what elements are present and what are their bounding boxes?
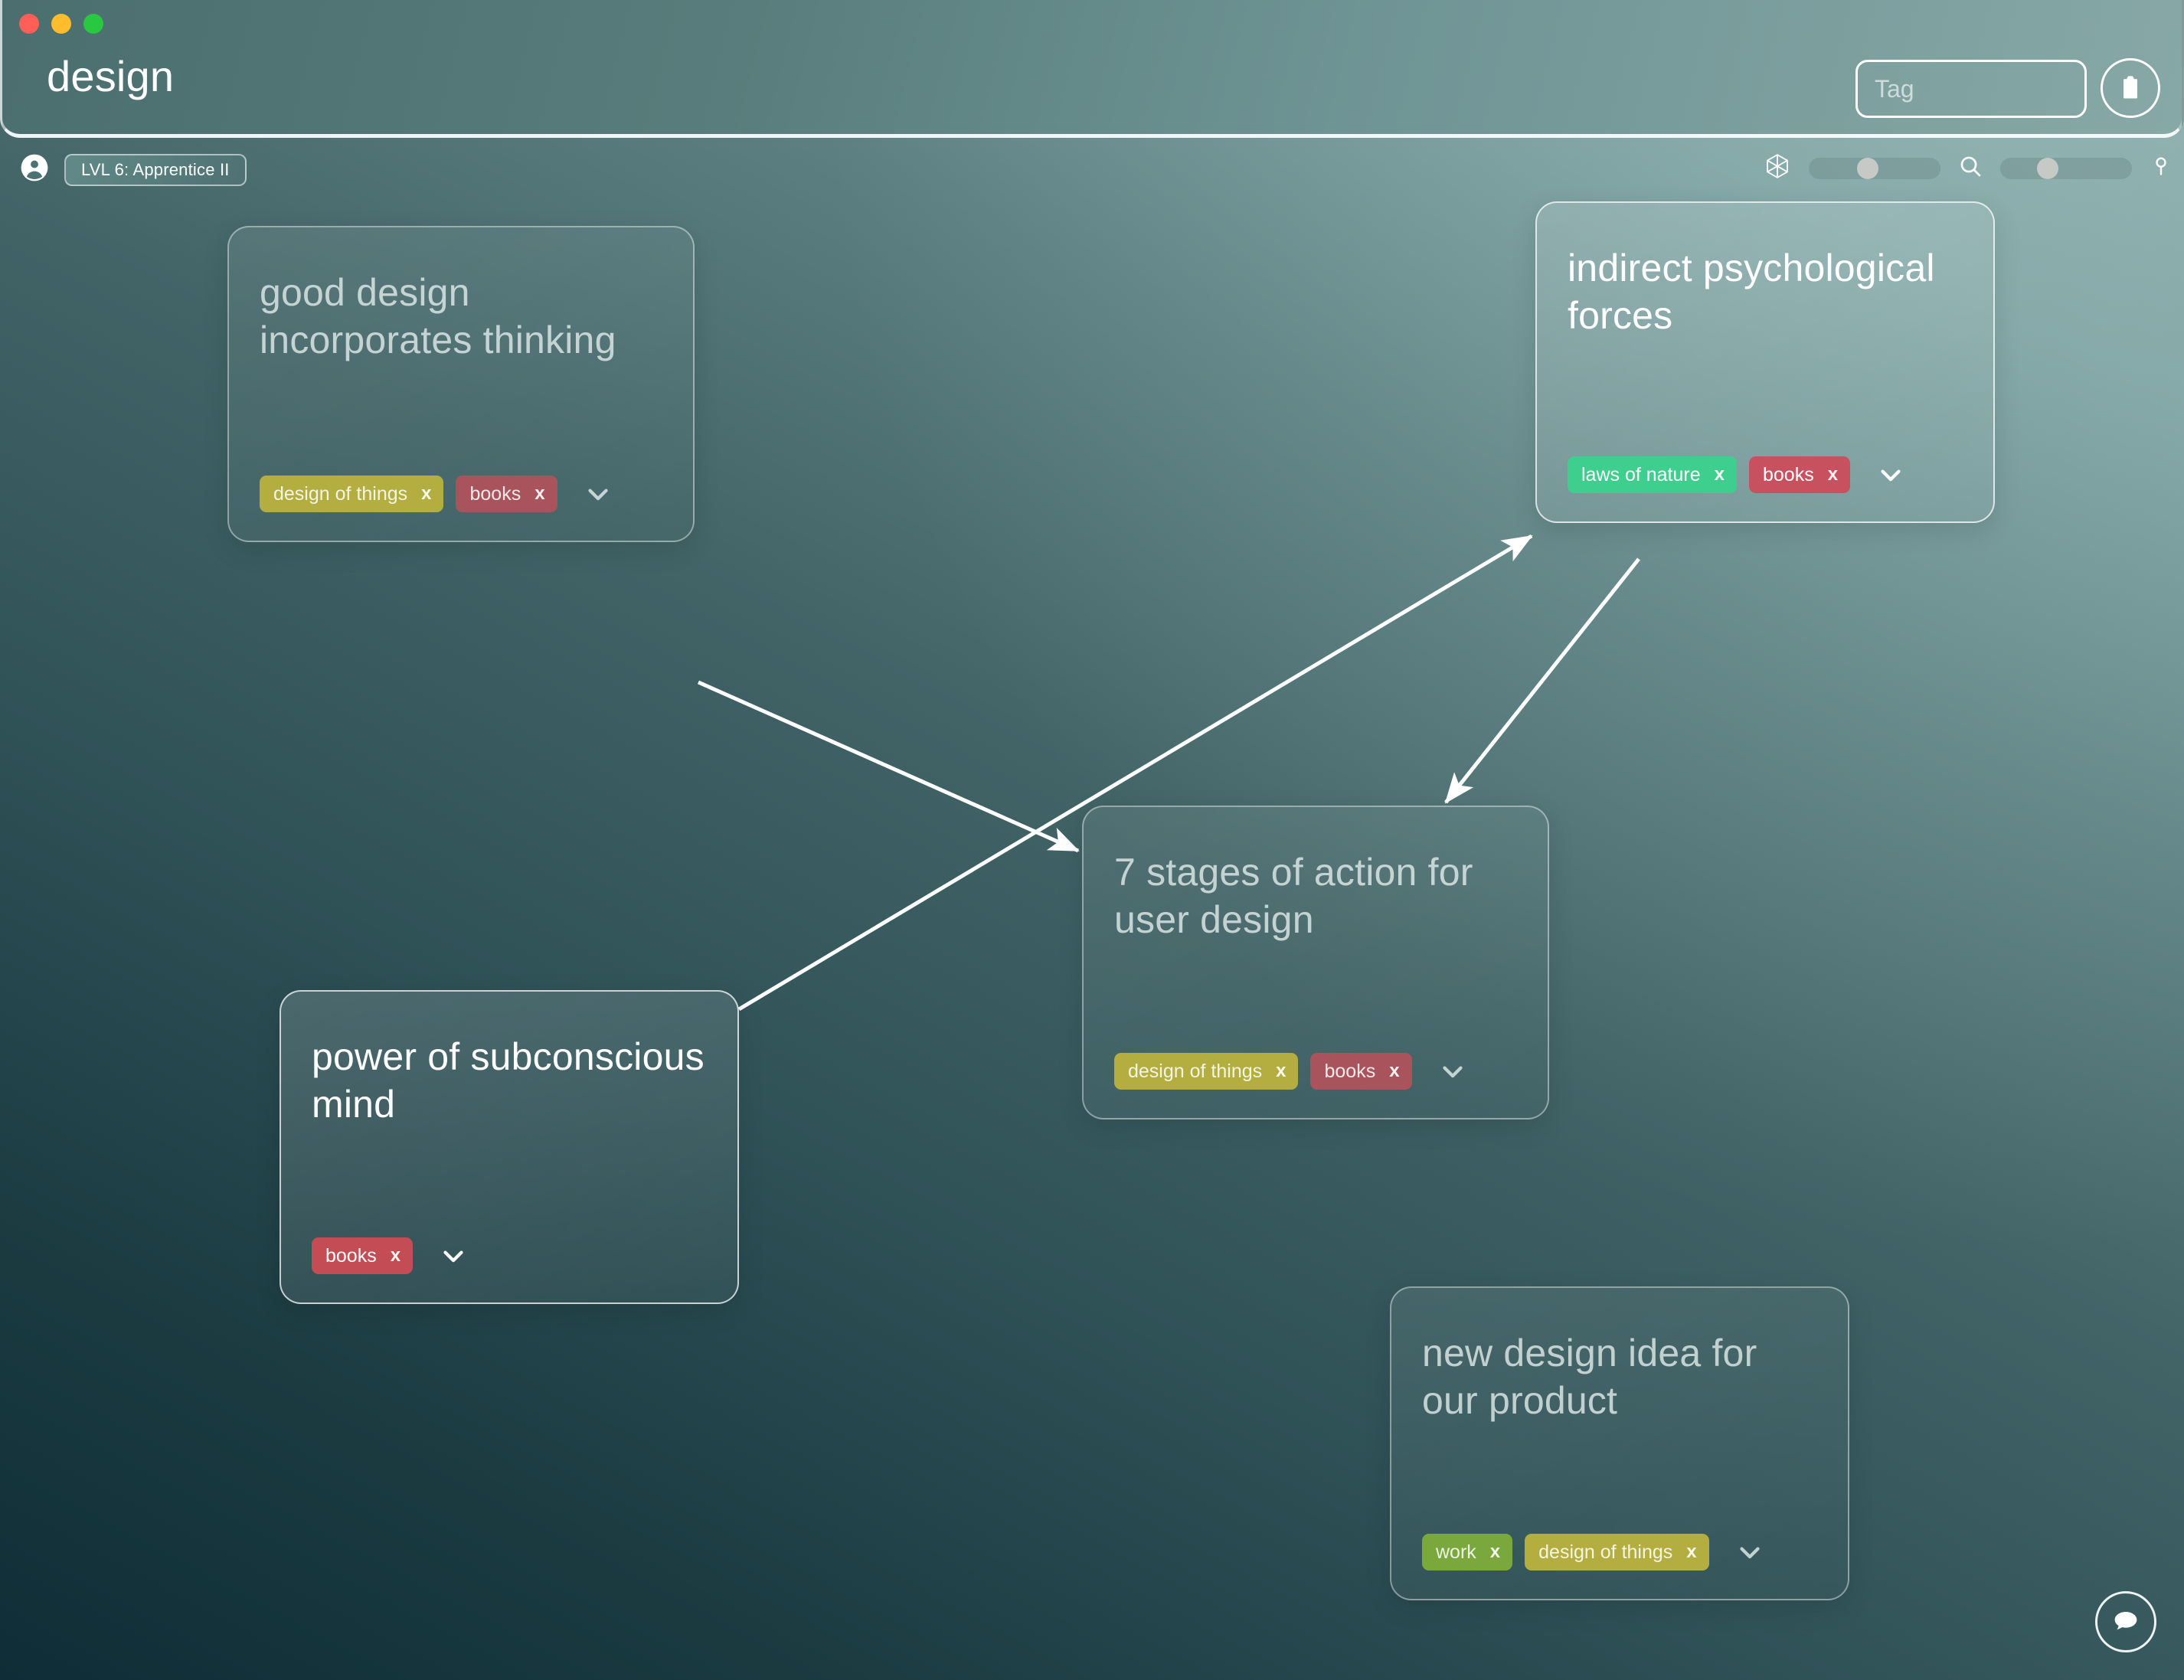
search-icon[interactable] xyxy=(1957,153,1983,183)
toolbar-left-group: LVL 6: Apprentice II xyxy=(20,153,247,186)
tag-label: laws of nature xyxy=(1581,463,1701,485)
level-badge[interactable]: LVL 6: Apprentice II xyxy=(64,153,247,186)
node-card-indirect-psychological-forces[interactable]: indirect psychological forces laws of nat… xyxy=(1535,201,1995,523)
node-footer: laws of nature x books x xyxy=(1568,454,1963,495)
window-title-bar: design xyxy=(0,0,2184,138)
edge-indirect-to-7-stages[interactable] xyxy=(1444,557,1640,804)
clipboard-icon xyxy=(2124,76,2137,99)
minimize-window-button[interactable] xyxy=(51,14,71,34)
user-avatar-icon[interactable] xyxy=(20,153,49,186)
map-pin-icon[interactable] xyxy=(2149,154,2173,182)
chevron-down-icon[interactable] xyxy=(433,1235,474,1276)
node-footer: books x xyxy=(312,1235,707,1276)
tag-remove-icon[interactable]: x xyxy=(1276,1062,1286,1080)
tag-pill[interactable]: work x xyxy=(1422,1534,1513,1571)
chevron-down-icon[interactable] xyxy=(577,473,619,515)
toolbar-right-group xyxy=(1763,152,2173,185)
tag-pill[interactable]: design of things x xyxy=(1525,1534,1709,1571)
tag-remove-icon[interactable]: x xyxy=(1490,1543,1500,1561)
chevron-down-icon[interactable] xyxy=(1729,1531,1770,1573)
tag-label: design of things xyxy=(273,482,408,505)
graph-network-icon[interactable] xyxy=(1763,152,1792,185)
zoom-slider-thumb[interactable] xyxy=(2036,157,2058,179)
graph-density-slider[interactable] xyxy=(1809,157,1940,179)
tag-label: work xyxy=(1436,1541,1476,1563)
tag-pill[interactable]: design of things x xyxy=(260,476,444,512)
clipboard-button[interactable] xyxy=(2101,58,2160,118)
node-card-seven-stages-of-action[interactable]: 7 stages of action for user design design… xyxy=(1082,806,1549,1119)
tag-pill[interactable]: books x xyxy=(1749,456,1851,493)
tag-remove-icon[interactable]: x xyxy=(1686,1543,1696,1561)
chevron-down-icon[interactable] xyxy=(1870,454,1911,495)
tag-label: books xyxy=(1763,463,1814,485)
close-window-button[interactable] xyxy=(19,14,39,34)
node-card-good-design[interactable]: good design incorporates thinking design … xyxy=(227,226,695,542)
tag-label: books xyxy=(1324,1060,1376,1082)
chevron-down-icon[interactable] xyxy=(1432,1051,1473,1092)
graph-density-slider-thumb[interactable] xyxy=(1857,157,1879,179)
tag-pill[interactable]: design of things x xyxy=(1114,1053,1299,1090)
mindmap-canvas[interactable]: good design incorporates thinking design … xyxy=(0,201,2184,1680)
zoom-slider[interactable] xyxy=(2000,157,2132,179)
node-footer: work x design of things x xyxy=(1422,1531,1817,1573)
node-title: good design incorporates thinking xyxy=(260,271,616,361)
node-title: new design idea for our product xyxy=(1422,1332,1757,1422)
node-card-new-design-idea[interactable]: new design idea for our product work x desi… xyxy=(1390,1286,1849,1600)
edge-good-design-to-7-stages[interactable] xyxy=(697,680,1080,853)
chat-button[interactable] xyxy=(2095,1591,2156,1652)
app-root: design LVL 6: Apprentice II xyxy=(0,0,2184,1680)
chat-bubble-icon xyxy=(2114,1612,2137,1630)
maximize-window-button[interactable] xyxy=(83,14,103,34)
node-footer: design of things x books x xyxy=(1114,1051,1517,1092)
node-card-power-of-subconscious-mind[interactable]: power of subconscious mind books x xyxy=(280,990,739,1304)
node-title: power of subconscious mind xyxy=(312,1035,705,1126)
canvas-toolbar: LVL 6: Apprentice II xyxy=(0,142,2184,205)
tag-remove-icon[interactable]: x xyxy=(535,485,544,503)
tag-remove-icon[interactable]: x xyxy=(421,485,431,503)
node-footer: design of things x books x xyxy=(260,473,662,515)
tag-remove-icon[interactable]: x xyxy=(1715,466,1725,484)
tag-label: design of things xyxy=(1538,1541,1673,1563)
window-controls xyxy=(19,14,103,34)
tag-input[interactable] xyxy=(1855,60,2087,118)
tag-label: books xyxy=(325,1244,377,1267)
tag-label: books xyxy=(469,482,521,505)
tag-remove-icon[interactable]: x xyxy=(1389,1062,1399,1080)
tag-remove-icon[interactable]: x xyxy=(391,1247,401,1265)
node-title: indirect psychological forces xyxy=(1568,247,1935,337)
page-title: design xyxy=(47,52,175,100)
tag-label: design of things xyxy=(1128,1060,1263,1082)
tag-pill[interactable]: books x xyxy=(1310,1053,1412,1090)
tag-pill[interactable]: books x xyxy=(312,1237,414,1274)
tag-pill[interactable]: books x xyxy=(456,476,557,512)
tag-remove-icon[interactable]: x xyxy=(1828,466,1838,484)
node-title: 7 stages of action for user design xyxy=(1114,851,1473,941)
tag-pill[interactable]: laws of nature x xyxy=(1568,456,1737,493)
